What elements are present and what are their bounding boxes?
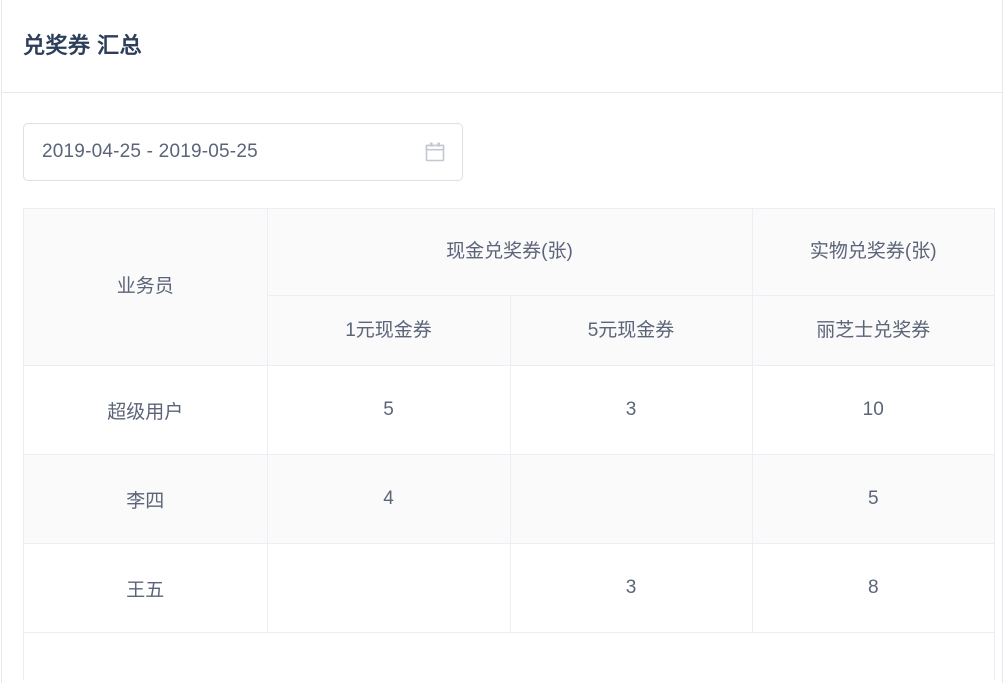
table-head: 业务员 现金兑奖券(张) 实物兑奖券(张) 1元现金券 5元现金券 丽芝士兑奖券 [24,209,994,366]
card-header: 兑奖券 汇总 [2,0,1002,93]
calendar-icon[interactable] [424,141,446,163]
summary-table: 业务员 现金兑奖券(张) 实物兑奖券(张) 1元现金券 5元现金券 丽芝士兑奖券… [24,209,994,633]
table-body: 超级用户 5 3 10 李四 4 5 王五 3 8 [24,365,994,633]
column-group-header-cash-coupons: 现金兑奖券(张) [267,209,753,296]
date-range-value[interactable]: 2019-04-25 - 2019-05-25 [42,141,424,163]
table-row[interactable]: 超级用户 5 3 10 [24,365,994,455]
cell-lizhishi: 8 [752,543,994,633]
cell-lizhishi: 5 [752,454,994,544]
table-row[interactable]: 王五 3 8 [24,543,994,633]
column-header-lizhishi: 丽芝士兑奖券 [752,295,994,366]
cell-cash-5yuan: 3 [510,543,753,633]
cell-salesperson: 超级用户 [24,365,268,455]
column-header-cash-5yuan: 5元现金券 [510,295,753,366]
cell-lizhishi: 10 [752,365,994,455]
table-row[interactable]: 李四 4 5 [24,454,994,544]
cell-cash-1yuan: 5 [267,365,511,455]
table-footer [24,633,994,680]
date-range-picker[interactable]: 2019-04-25 - 2019-05-25 [23,123,463,181]
report-card: 兑奖券 汇总 2019-04-25 - 2019-05-25 业务员 现金兑奖券… [1,0,1003,683]
cell-cash-5yuan [510,454,753,544]
cell-salesperson: 王五 [24,543,268,633]
cell-cash-5yuan: 3 [510,365,753,455]
column-header-cash-1yuan: 1元现金券 [267,295,511,366]
filter-toolbar: 2019-04-25 - 2019-05-25 [2,93,1002,181]
column-group-header-physical-coupons: 实物兑奖券(张) [752,209,994,296]
cell-cash-1yuan: 4 [267,454,511,544]
cell-salesperson: 李四 [24,454,268,544]
cell-cash-1yuan [267,543,511,633]
column-header-salesperson: 业务员 [24,209,268,366]
table-header-row-group: 业务员 现金兑奖券(张) 实物兑奖券(张) [24,209,994,366]
page-title: 兑奖券 汇总 [23,33,143,58]
summary-table-wrapper: 业务员 现金兑奖券(张) 实物兑奖券(张) 1元现金券 5元现金券 丽芝士兑奖券… [23,208,995,680]
card-body: 2019-04-25 - 2019-05-25 业务员 现金兑奖券(张) 实物兑… [2,93,1002,680]
